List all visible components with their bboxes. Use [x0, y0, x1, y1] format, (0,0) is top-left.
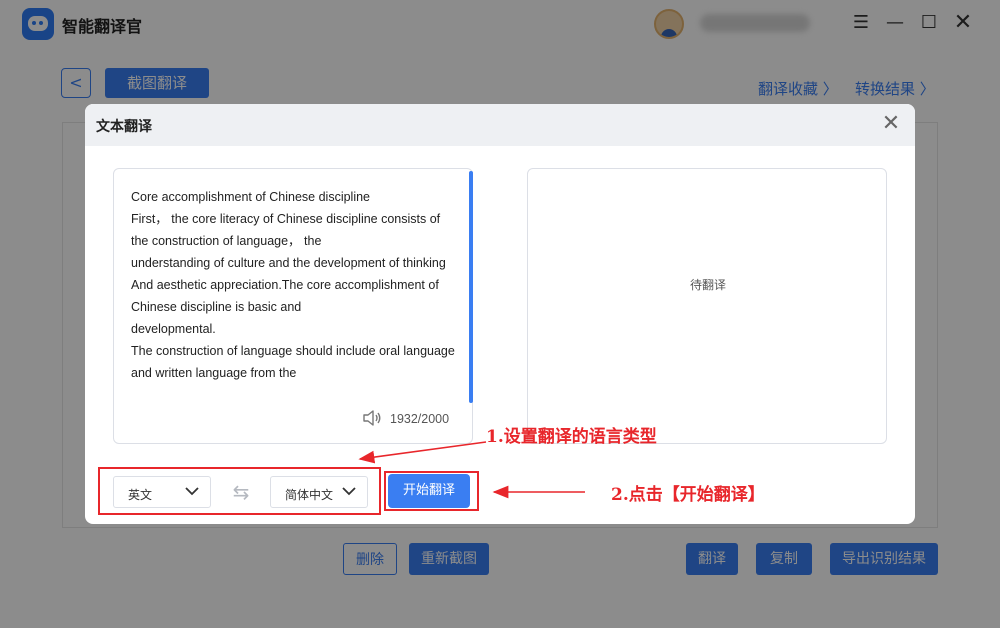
- dialog-title: 文本翻译: [96, 119, 152, 135]
- char-count: 1932/2000: [390, 412, 450, 426]
- target-placeholder: 待翻译: [689, 278, 726, 292]
- speaker-icon[interactable]: [362, 409, 382, 427]
- source-text-area[interactable]: Core accomplishment of Chinese disciplin…: [113, 168, 473, 444]
- annotation-step1: 1.设置翻译的语言类型: [486, 427, 657, 447]
- text-translate-dialog: 文本翻译 ✕ Core accomplishment of Chinese di…: [85, 104, 915, 524]
- source-scrollbar[interactable]: [469, 171, 473, 403]
- annotation-step2: 2.点击【开始翻译】: [611, 485, 765, 505]
- source-text[interactable]: Core accomplishment of Chinese disciplin…: [131, 186, 456, 398]
- close-icon[interactable]: ✕: [879, 112, 903, 136]
- target-text-area[interactable]: 待翻译: [527, 168, 887, 444]
- dialog-header: 文本翻译 ✕: [85, 104, 915, 146]
- start-button-highlight-box: [384, 471, 479, 511]
- language-highlight-box: [98, 467, 381, 515]
